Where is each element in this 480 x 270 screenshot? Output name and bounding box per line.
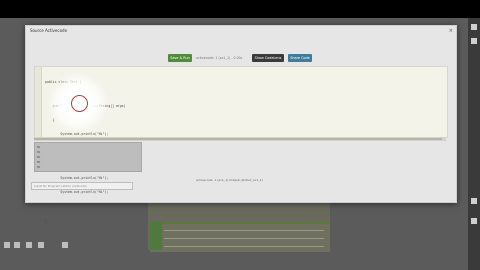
output-line: Hi <box>37 145 41 149</box>
show-codelens-button[interactable]: Show CodeLens <box>252 54 284 62</box>
scroll-up-icon[interactable] <box>471 198 477 204</box>
code-line: System.out.println("Hi"); <box>45 175 109 180</box>
right-rail <box>468 18 480 270</box>
eraser-icon[interactable] <box>38 242 44 248</box>
output-console: Hi Hi Hi Hi Hi <box>34 142 142 172</box>
background-table <box>150 222 330 252</box>
share-code-button[interactable]: Share Code <box>288 54 312 62</box>
scroll-down-icon[interactable] <box>471 218 477 224</box>
highlighter-icon[interactable] <box>26 242 32 248</box>
editor-scrollbar[interactable] <box>34 137 446 141</box>
pen-icon[interactable] <box>14 242 20 248</box>
scrollbar-thumb[interactable] <box>34 138 442 140</box>
output-info: activecode: 1 (ac1_1) Output (stdout_ac1… <box>196 178 263 182</box>
close-icon[interactable] <box>471 24 477 30</box>
save-run-button[interactable]: Save & Run <box>168 54 192 62</box>
screen: Source Activecode × Save & Run activecod… <box>0 0 480 270</box>
output-line: Hi <box>37 155 41 159</box>
code-line: } <box>45 218 47 223</box>
code-line: } <box>45 204 55 209</box>
code-line: System.out.println("Hi"); <box>45 189 109 194</box>
pointer-icon[interactable] <box>4 242 10 248</box>
output-line: Hi <box>37 150 41 154</box>
fullscreen-icon[interactable] <box>471 38 477 44</box>
run-status: activecode: 1 (ac1_1) - 0.00s <box>196 56 243 60</box>
activecode-toolbar: Save & Run activecode: 1 (ac1_1) - 0.00s… <box>26 52 456 66</box>
cursor-ring <box>71 95 88 112</box>
stdin-input[interactable]: Input for Program (stdin) (optional) <box>31 182 133 190</box>
background-row-line <box>164 246 324 247</box>
output-line: Hi <box>37 165 41 169</box>
laser-icon[interactable] <box>62 242 68 248</box>
window-title: Source Activecode <box>30 28 68 33</box>
background-row-line <box>164 230 324 231</box>
annotation-toolbar <box>0 238 80 254</box>
close-button[interactable]: × <box>449 28 453 34</box>
background-row-line <box>164 238 324 239</box>
line-number-gutter <box>35 67 42 137</box>
output-line: Hi <box>37 160 41 164</box>
background-table-accent-column <box>150 222 162 250</box>
